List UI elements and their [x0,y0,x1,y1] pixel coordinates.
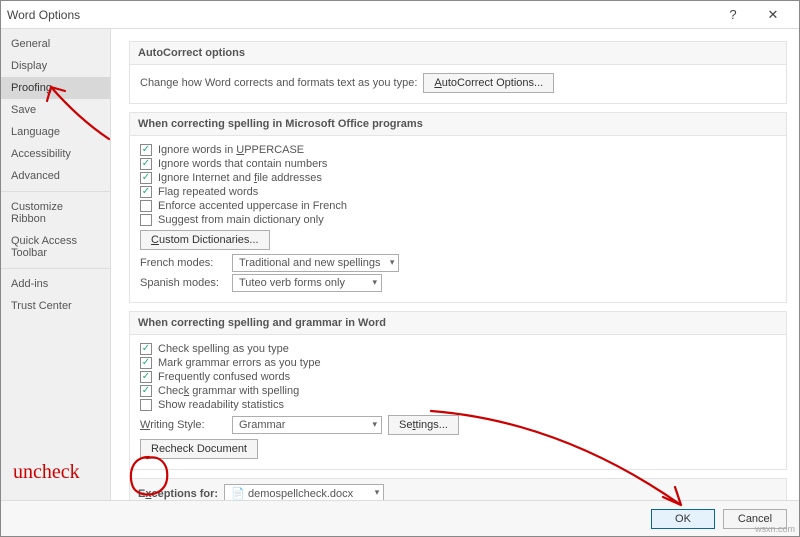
word-heading: When correcting spelling and grammar in … [130,312,786,335]
sidebar-item-addins[interactable]: Add-ins [1,273,110,295]
proofing-panel: AutoCorrect options Change how Word corr… [111,29,799,500]
lbl-ignore-uppercase: Ignore words in UPPERCASE [158,144,304,156]
lbl-flag-repeated: Flag repeated words [158,186,258,198]
sidebar-item-trust-center[interactable]: Trust Center [1,295,110,317]
french-modes-select[interactable]: Traditional and new spellings [232,254,399,272]
custom-dictionaries-button[interactable]: Custom Dictionaries... [140,230,270,250]
sidebar-item-display[interactable]: Display [1,55,110,77]
chk-grammar-as-type[interactable] [140,357,152,369]
chk-ignore-uppercase[interactable] [140,144,152,156]
lbl-confused-words: Frequently confused words [158,371,290,383]
french-modes-label: French modes: [140,257,226,269]
autocorrect-text: Change how Word corrects and formats tex… [140,77,417,89]
watermark: wsxn.com [755,524,795,534]
lbl-grammar-with-spelling: Check grammar with spelling [158,385,299,397]
sidebar-item-accessibility[interactable]: Accessibility [1,143,110,165]
help-button[interactable]: ? [713,1,753,29]
chk-french-accented[interactable] [140,200,152,212]
exceptions-document-select[interactable]: 📄 demospellcheck.docx [224,484,384,500]
word-spelling-section: When correcting spelling and grammar in … [129,311,787,470]
sidebar-item-general[interactable]: General [1,33,110,55]
chk-flag-repeated[interactable] [140,186,152,198]
lbl-grammar-as-type: Mark grammar errors as you type [158,357,321,369]
autocorrect-section: AutoCorrect options Change how Word corr… [129,41,787,104]
sidebar-item-advanced[interactable]: Advanced [1,165,110,187]
spanish-modes-select[interactable]: Tuteo verb forms only [232,274,382,292]
exceptions-heading: Exceptions for: 📄 demospellcheck.docx [130,479,786,500]
category-sidebar: General Display Proofing Save Language A… [1,29,111,500]
lbl-ignore-numbers: Ignore words that contain numbers [158,158,327,170]
titlebar: Word Options ? ✕ [1,1,799,29]
autocorrect-options-button[interactable]: AAutoCorrect Options...utoCorrect Option… [423,73,554,93]
chk-ignore-numbers[interactable] [140,158,152,170]
spanish-modes-label: Spanish modes: [140,277,226,289]
chk-readability[interactable] [140,399,152,411]
word-options-dialog: Word Options ? ✕ General Display Proofin… [0,0,800,537]
writing-style-select[interactable]: Grammar [232,416,382,434]
sidebar-item-save[interactable]: Save [1,99,110,121]
chk-ignore-internet[interactable] [140,172,152,184]
lbl-spell-as-type: Check spelling as you type [158,343,289,355]
sidebar-item-proofing[interactable]: Proofing [1,77,110,99]
autocorrect-heading: AutoCorrect options [130,42,786,65]
chk-spell-as-type[interactable] [140,343,152,355]
writing-style-label: Writing Style: [140,419,226,431]
recheck-document-button[interactable]: Recheck Document [140,439,258,459]
dialog-footer: OK Cancel [1,500,799,536]
sidebar-item-qat[interactable]: Quick Access Toolbar [1,230,110,264]
exceptions-section: Exceptions for: 📄 demospellcheck.docx Hi… [129,478,787,500]
office-heading: When correcting spelling in Microsoft Of… [130,113,786,136]
lbl-ignore-internet: Ignore Internet and file addresses [158,172,322,184]
chk-main-dict-only[interactable] [140,214,152,226]
close-button[interactable]: ✕ [753,1,793,29]
chk-confused-words[interactable] [140,371,152,383]
sidebar-item-customize-ribbon[interactable]: Customize Ribbon [1,196,110,230]
ok-button[interactable]: OK [651,509,715,529]
lbl-readability: Show readability statistics [158,399,284,411]
lbl-main-dict-only: Suggest from main dictionary only [158,214,324,226]
sidebar-item-language[interactable]: Language [1,121,110,143]
lbl-french-accented: Enforce accented uppercase in French [158,200,347,212]
chk-grammar-with-spelling[interactable] [140,385,152,397]
settings-button[interactable]: Settings... [388,415,459,435]
window-title: Word Options [7,8,713,22]
office-spelling-section: When correcting spelling in Microsoft Of… [129,112,787,303]
